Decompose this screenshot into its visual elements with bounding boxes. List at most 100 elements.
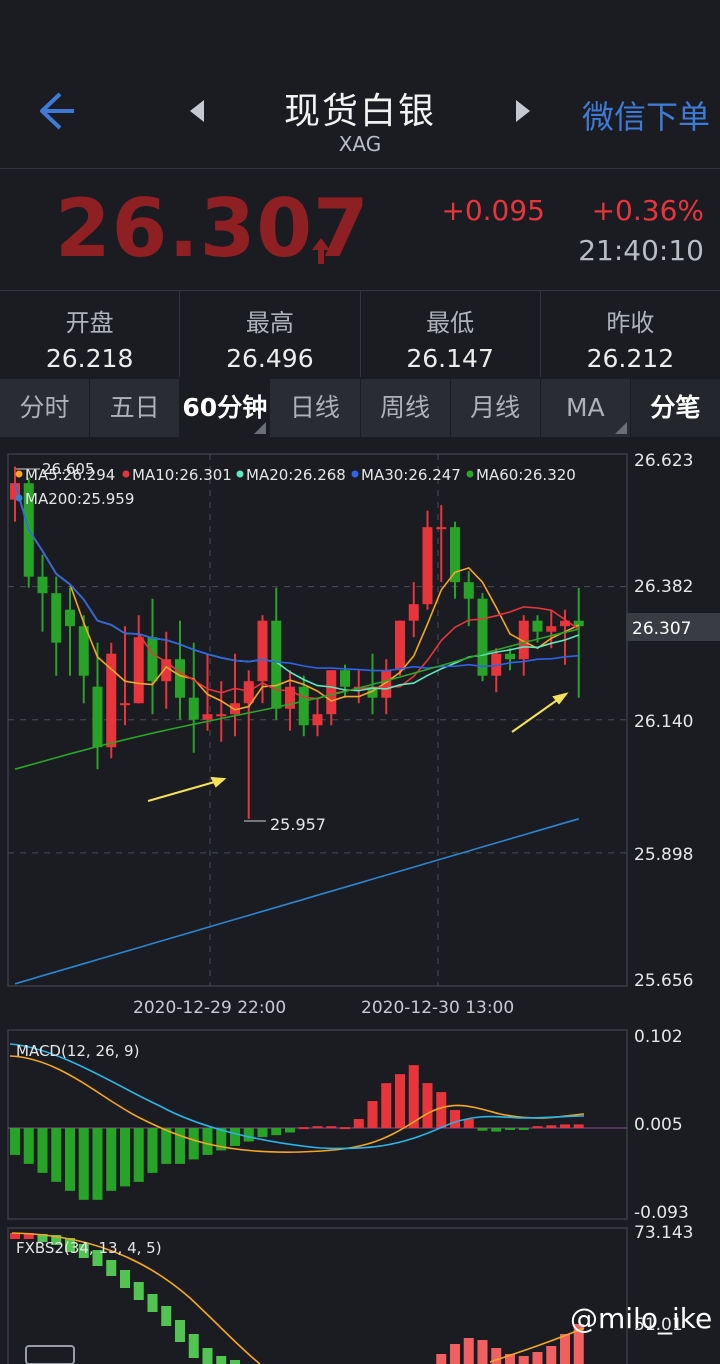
axis-label: 26.382 bbox=[634, 577, 693, 597]
macd-bar bbox=[230, 1128, 240, 1146]
stat-value: 26.212 bbox=[586, 344, 675, 373]
macd-bar bbox=[298, 1127, 309, 1130]
candle bbox=[477, 593, 488, 682]
date-label: 2020-12-29 22:00 bbox=[133, 998, 286, 1018]
divider bbox=[0, 168, 720, 169]
legend-ma60: MA60:26.320 bbox=[476, 466, 576, 484]
annotation-arrow-icon bbox=[147, 776, 227, 802]
next-symbol-icon[interactable] bbox=[512, 96, 534, 126]
header: 现货白银 XAG 微信下单 bbox=[0, 0, 720, 168]
fxbs-bar bbox=[120, 1270, 130, 1288]
date-label: 2020-12-30 13:00 bbox=[361, 998, 514, 1018]
axis-label: -0.093 bbox=[634, 1203, 689, 1223]
tab-monthly[interactable]: 月线 bbox=[451, 379, 541, 437]
candle-body bbox=[257, 620, 268, 682]
current-price-axis-label: 26.307 bbox=[632, 619, 691, 639]
stat-value: 26.147 bbox=[406, 344, 494, 373]
candles-group bbox=[10, 466, 584, 819]
candle-body bbox=[340, 670, 350, 687]
candle-body bbox=[532, 620, 543, 632]
fxbs-bar bbox=[532, 1352, 543, 1364]
axis-label: 26.140 bbox=[634, 712, 693, 732]
legend-ma20: MA20:26.268 bbox=[246, 466, 346, 484]
fxbs-bar bbox=[477, 1340, 488, 1364]
candle bbox=[188, 642, 199, 753]
candle-body bbox=[65, 609, 75, 627]
candle-body bbox=[395, 620, 405, 671]
macd-bar bbox=[408, 1065, 419, 1128]
macd-bar bbox=[463, 1119, 474, 1128]
candle bbox=[450, 521, 460, 599]
macd-bar bbox=[353, 1119, 364, 1128]
macd-bar bbox=[573, 1124, 584, 1128]
fxbs-bar bbox=[106, 1260, 117, 1276]
fxbs-bar bbox=[161, 1306, 172, 1326]
macd-bar bbox=[422, 1083, 433, 1128]
kline-chart[interactable]: MA5:26.294 MA10:26.301 MA20:26.268 MA30:… bbox=[0, 438, 720, 1364]
ma5-dot bbox=[15, 470, 23, 478]
tab-five-day[interactable]: 五日 bbox=[90, 379, 181, 437]
macd-bar bbox=[326, 1126, 337, 1129]
annotation-arrow-icon bbox=[511, 692, 569, 733]
macd-bar bbox=[532, 1126, 543, 1129]
candle bbox=[92, 642, 103, 770]
legend-ma10: MA10:26.301 bbox=[132, 466, 232, 484]
candle-body bbox=[120, 703, 130, 706]
candle bbox=[51, 576, 62, 676]
macd-bar bbox=[120, 1128, 130, 1187]
stat-label: 最高 bbox=[245, 309, 294, 337]
quote-time: 21:40:10 bbox=[578, 234, 704, 267]
stat-label: 昨收 bbox=[606, 309, 655, 337]
candle bbox=[78, 615, 89, 704]
tab-60min[interactable]: 60分钟 bbox=[180, 379, 271, 437]
macd-bar bbox=[92, 1128, 103, 1200]
tab-ticks[interactable]: 分笔 bbox=[630, 379, 720, 437]
candle bbox=[216, 681, 227, 742]
tab-weekly[interactable]: 周线 bbox=[361, 379, 451, 437]
macd-bar bbox=[37, 1128, 48, 1173]
fxbs-label: FXBS2(34, 13, 4, 5) bbox=[16, 1239, 162, 1257]
candle-body bbox=[326, 670, 337, 715]
stat-prev-close: 昨收 26.212 bbox=[541, 291, 720, 377]
macd-bar bbox=[518, 1128, 529, 1130]
macd-bar bbox=[546, 1125, 557, 1128]
candle-body bbox=[463, 582, 474, 599]
candle bbox=[243, 670, 254, 819]
macd-bar bbox=[395, 1074, 405, 1128]
macd-bar bbox=[312, 1126, 323, 1129]
axis-label: 73.143 bbox=[634, 1223, 693, 1243]
candle-body bbox=[202, 714, 213, 720]
macd-bar bbox=[78, 1128, 89, 1200]
tab-intraday[interactable]: 分时 bbox=[0, 379, 91, 437]
high-price-label: 26.605 bbox=[42, 460, 95, 478]
fxbs-bar bbox=[463, 1338, 474, 1364]
candle bbox=[37, 554, 48, 632]
fxbs-bar bbox=[518, 1356, 529, 1364]
macd-bar bbox=[23, 1128, 34, 1164]
macd-histogram bbox=[10, 1065, 584, 1200]
tab-ma[interactable]: MA bbox=[541, 379, 631, 437]
macd-label: MACD(12, 26, 9) bbox=[16, 1042, 139, 1060]
tab-daily[interactable]: 日线 bbox=[270, 379, 361, 437]
screen-toggle-icon[interactable] bbox=[25, 1345, 75, 1364]
watermark: @milo_ike bbox=[570, 1302, 713, 1335]
macd-bar bbox=[51, 1128, 62, 1182]
macd-bar bbox=[161, 1128, 172, 1164]
candle-body bbox=[298, 686, 309, 726]
low-price-label: 25.957 bbox=[270, 815, 326, 834]
macd-bar bbox=[505, 1128, 515, 1130]
macd-bar bbox=[202, 1128, 213, 1155]
stats-row: 开盘 26.218 最高 26.496 最低 26.147 昨收 26.212 bbox=[0, 291, 720, 377]
wechat-order-button[interactable]: 微信下单 bbox=[582, 92, 710, 138]
candle-body bbox=[188, 697, 199, 720]
candle bbox=[505, 648, 515, 671]
price-change: +0.095 bbox=[441, 194, 545, 227]
candle-body bbox=[133, 637, 144, 704]
legend-ma30: MA30:26.247 bbox=[361, 466, 461, 484]
macd-bar bbox=[450, 1110, 460, 1128]
candle-body bbox=[106, 653, 117, 748]
ma200-line bbox=[14, 818, 580, 985]
candle bbox=[65, 587, 75, 676]
fxbs-bar bbox=[450, 1344, 460, 1364]
candle-body bbox=[505, 653, 515, 660]
